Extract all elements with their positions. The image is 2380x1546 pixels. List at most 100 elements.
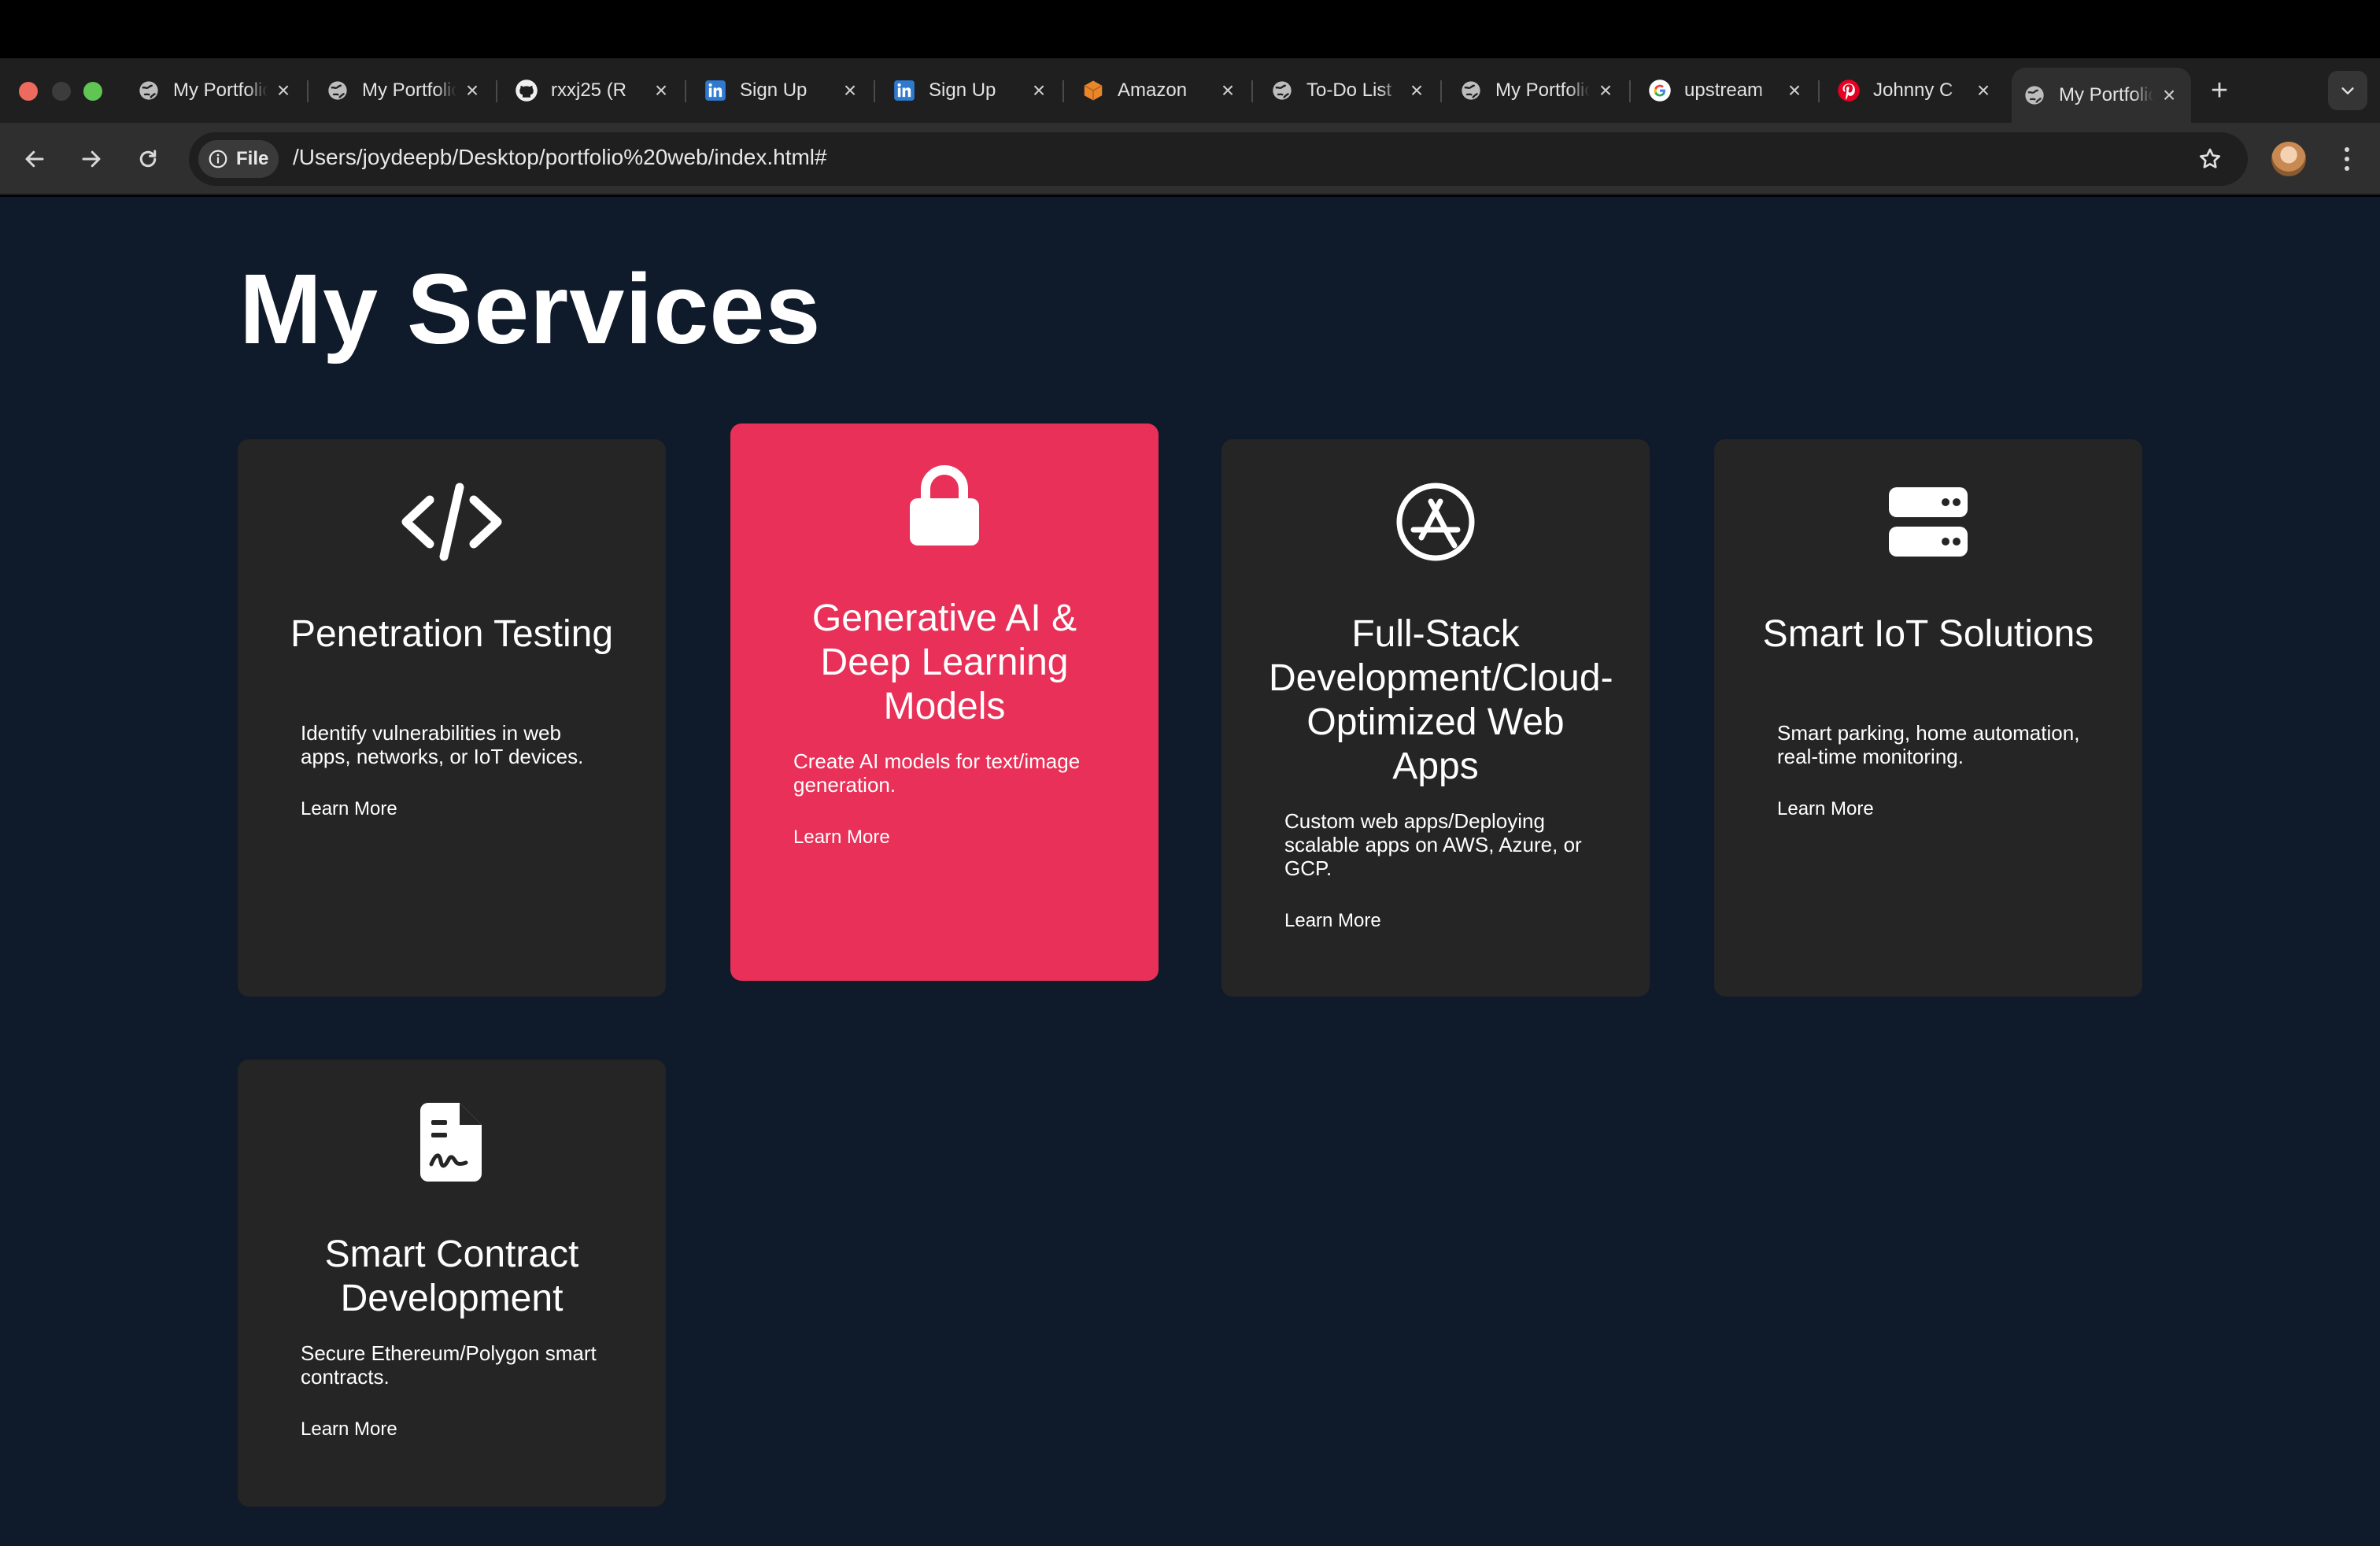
- tab-separator: [685, 80, 686, 102]
- tab-title: Sign Up: [740, 80, 808, 101]
- service-card-generative-ai[interactable]: Generative AI & Deep Learning Models Cre…: [730, 423, 1159, 981]
- tab-separator: [874, 80, 875, 102]
- page-viewport: My Services Penetration Testing Identify…: [0, 197, 2380, 1546]
- bookmark-button[interactable]: [2194, 143, 2226, 175]
- arrow-right-icon: [82, 150, 101, 168]
- service-card-full-stack[interactable]: Full-Stack Development/Cloud-Optimized W…: [1221, 439, 1650, 997]
- globe-icon: [326, 79, 349, 102]
- service-title: Smart Contract Development: [324, 1233, 579, 1319]
- browser-tab[interactable]: My Portfolio ×: [126, 68, 305, 113]
- chevron-down-icon: [2341, 87, 2354, 94]
- close-icon[interactable]: ×: [272, 80, 294, 102]
- globe-icon: [2023, 83, 2046, 107]
- new-tab-button[interactable]: +: [2204, 76, 2235, 107]
- linkedin-icon: [704, 79, 727, 102]
- tab-search-button[interactable]: [2328, 71, 2367, 110]
- forward-button[interactable]: [74, 142, 109, 176]
- url-text[interactable]: /Users/joydeepb/Desktop/portfolio%20web/…: [293, 145, 827, 170]
- globe-icon: [137, 79, 161, 102]
- close-icon[interactable]: ×: [1217, 80, 1239, 102]
- close-icon[interactable]: ×: [1028, 80, 1050, 102]
- tab-title: My Portfolio: [2059, 84, 2153, 105]
- file-label: File: [236, 148, 269, 169]
- learn-more-link[interactable]: Learn More: [1284, 910, 1381, 932]
- learn-more-link[interactable]: Learn More: [793, 827, 890, 849]
- service-description: Custom web apps/Deploying scalable apps …: [1284, 809, 1582, 880]
- learn-more-link[interactable]: Learn More: [1777, 798, 1874, 820]
- linkedin-icon: [893, 79, 916, 102]
- tab-title: My Portfolio: [173, 80, 268, 101]
- service-card-smart-contract[interactable]: Smart Contract Development Secure Ethere…: [238, 1060, 666, 1507]
- window-close-button[interactable]: [19, 82, 38, 101]
- window-zoom-button[interactable]: [83, 82, 102, 101]
- service-card-smart-iot[interactable]: Smart IoT Solutions Smart parking, home …: [1714, 439, 2142, 997]
- tab-title: To-Do List: [1306, 80, 1392, 101]
- browser-tab[interactable]: Amazon ×: [1070, 68, 1250, 113]
- tab-title: My Portfolio: [362, 80, 456, 101]
- code-icon: [238, 471, 666, 573]
- tab-separator: [1440, 80, 1442, 102]
- window-minimize-button[interactable]: [52, 82, 71, 101]
- google-icon: [1648, 79, 1672, 102]
- tab-title: Johnny C: [1873, 80, 1953, 101]
- browser-tab[interactable]: Sign Up ×: [693, 68, 872, 113]
- globe-icon: [1459, 79, 1483, 102]
- close-icon[interactable]: ×: [1972, 80, 1994, 102]
- browser-menu-button[interactable]: [2334, 142, 2360, 176]
- browser-tab[interactable]: rxxj25 (R ×: [504, 68, 683, 113]
- tab-title: Amazon: [1118, 80, 1188, 101]
- tab-separator: [1818, 80, 1820, 102]
- server-icon: [1714, 471, 2142, 573]
- close-icon[interactable]: ×: [1783, 80, 1805, 102]
- close-icon[interactable]: ×: [1406, 80, 1428, 102]
- learn-more-link[interactable]: Learn More: [301, 798, 397, 820]
- pinterest-icon: [1837, 79, 1861, 102]
- tab-separator: [307, 80, 309, 102]
- amazon-box-icon: [1081, 79, 1105, 102]
- globe-icon: [1270, 79, 1294, 102]
- profile-avatar[interactable]: [2271, 142, 2306, 176]
- info-icon: [209, 150, 227, 168]
- github-icon: [515, 79, 538, 102]
- contract-file-icon: [238, 1091, 666, 1193]
- browser-tab-active[interactable]: My Portfolio ×: [2012, 68, 2191, 123]
- close-icon[interactable]: ×: [2158, 84, 2180, 106]
- reload-button[interactable]: [131, 142, 165, 176]
- tab-title: rxxj25 (R: [551, 80, 627, 101]
- page-title: My Services: [239, 253, 822, 364]
- tab-separator: [1629, 80, 1631, 102]
- learn-more-link[interactable]: Learn More: [301, 1418, 397, 1441]
- site-info-button[interactable]: File: [198, 140, 279, 178]
- browser-tab[interactable]: My Portfolio ×: [315, 68, 494, 113]
- menu-bar-strip: [0, 0, 2380, 58]
- service-title: Penetration Testing: [290, 613, 614, 655]
- reload-icon: [139, 150, 157, 168]
- tab-title: Sign Up: [929, 80, 996, 101]
- back-button[interactable]: [17, 142, 52, 176]
- browser-tab[interactable]: My Portfolio ×: [1448, 68, 1628, 113]
- service-title: Smart IoT Solutions: [1762, 613, 2094, 655]
- tab-title: upstream: [1684, 80, 1764, 101]
- tab-separator: [1251, 80, 1253, 102]
- close-icon[interactable]: ×: [1595, 80, 1617, 102]
- arrow-left-icon: [25, 150, 44, 168]
- service-description: Smart parking, home automation, real-tim…: [1777, 721, 2080, 768]
- browser-tab[interactable]: Johnny C ×: [1826, 68, 2005, 113]
- close-icon[interactable]: ×: [650, 80, 672, 102]
- service-description: Create AI models for text/image generati…: [793, 749, 1081, 797]
- browser-tab[interactable]: To-Do List ×: [1259, 68, 1439, 113]
- app-store-icon: [1221, 471, 1650, 573]
- service-description: Secure Ethereum/Polygon smart contracts.: [301, 1341, 597, 1389]
- lock-icon: [730, 455, 1159, 557]
- close-icon[interactable]: ×: [461, 80, 483, 102]
- service-title: Generative AI & Deep Learning Models: [811, 597, 1077, 727]
- browser-tab[interactable]: Sign Up ×: [881, 68, 1061, 113]
- service-title: Full-Stack Development/Cloud-Optimized W…: [1269, 613, 1613, 787]
- service-card-penetration-testing[interactable]: Penetration Testing Identify vulnerabili…: [238, 439, 666, 997]
- tab-separator: [1062, 80, 1064, 102]
- tab-title: My Portfolio: [1495, 80, 1590, 101]
- browser-tab[interactable]: upstream ×: [1637, 68, 1816, 113]
- star-icon: [2199, 148, 2221, 168]
- tab-separator: [496, 80, 497, 102]
- close-icon[interactable]: ×: [839, 80, 861, 102]
